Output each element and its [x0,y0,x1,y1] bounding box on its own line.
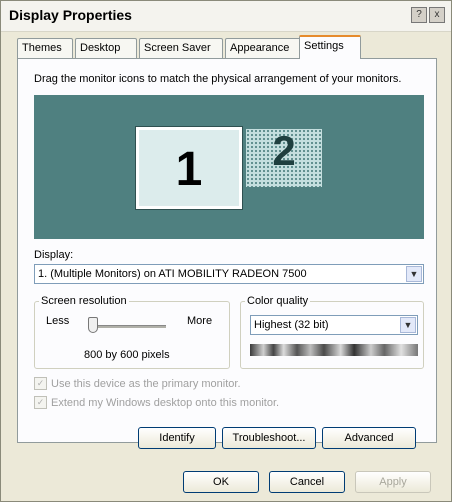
color-quality-preview-bar [250,344,418,356]
monitor-1-number: 1 [175,143,203,196]
window-title: Display Properties [9,7,132,23]
monitor-1-icon[interactable]: 1 [135,126,243,210]
resolution-more-label: More [187,315,213,327]
tab-desktop[interactable]: Desktop [75,38,137,58]
chevron-down-icon[interactable]: ▼ [400,317,416,333]
monitor-arrangement-area: 1 2 [34,95,424,239]
resolution-value: 800 by 600 pixels [84,349,170,361]
display-label: Display: [34,249,74,261]
tab-screen-saver[interactable]: Screen Saver [139,38,223,58]
display-dropdown[interactable]: 1. (Multiple Monitors) on ATI MOBILITY R… [34,264,424,284]
troubleshoot-button[interactable]: Troubleshoot... [222,427,316,449]
tab-themes[interactable]: Themes [17,38,73,58]
checkmark-icon: ✓ [34,396,47,409]
help-button[interactable]: ? [411,7,427,23]
identify-button[interactable]: Identify [138,427,216,449]
tab-settings[interactable]: Settings [299,35,361,59]
resolution-less-label: Less [46,315,70,327]
tab-appearance[interactable]: Appearance [225,38,301,58]
resolution-slider-thumb[interactable] [88,317,98,333]
monitor-2-icon[interactable]: 2 [246,127,322,187]
chevron-down-icon[interactable]: ▼ [406,266,422,282]
monitor-2-number: 2 [272,127,296,174]
screen-resolution-legend: Screen resolution [41,295,127,307]
extend-desktop-label: Extend my Windows desktop onto this moni… [51,396,280,409]
settings-panel: Drag the monitor icons to match the phys… [17,58,437,449]
display-properties-window: Display Properties ? x Themes Desktop Sc… [0,0,452,502]
resolution-slider-track[interactable] [90,325,166,328]
display-dropdown-value: 1. (Multiple Monitors) on ATI MOBILITY R… [38,268,307,280]
color-quality-value: Highest (32 bit) [254,319,329,331]
color-quality-legend: Color quality [247,295,309,307]
apply-button[interactable]: Apply [355,471,431,493]
cancel-button[interactable]: Cancel [269,471,345,493]
extend-desktop-checkbox[interactable]: ✓ Extend my Windows desktop onto this mon… [34,396,279,409]
instruction-text: Drag the monitor icons to match the phys… [34,73,402,85]
ok-button[interactable]: OK [183,471,259,493]
primary-monitor-checkbox[interactable]: ✓ Use this device as the primary monitor. [34,377,241,390]
color-quality-dropdown[interactable]: Highest (32 bit) ▼ [250,315,418,335]
close-button[interactable]: x [429,7,445,23]
checkmark-icon: ✓ [34,377,47,390]
advanced-button[interactable]: Advanced [322,427,416,449]
primary-monitor-label: Use this device as the primary monitor. [51,377,241,390]
title-bar[interactable]: Display Properties ? x [1,1,451,32]
